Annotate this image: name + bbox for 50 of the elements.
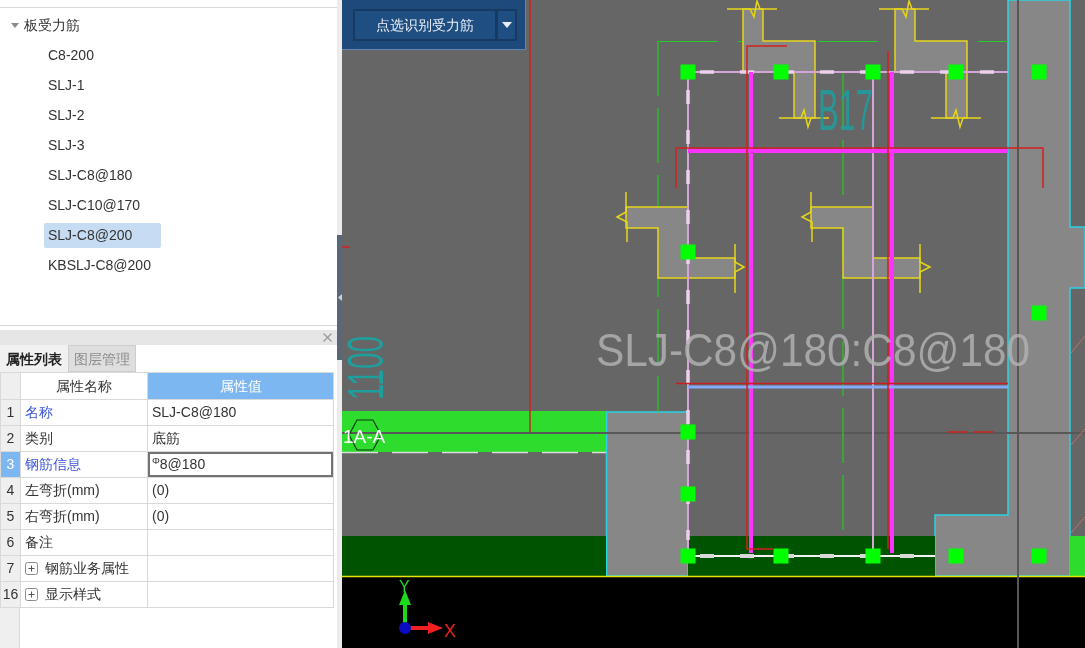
- tree-item[interactable]: SLJ-C8@200: [44, 222, 161, 248]
- guide-line: [947, 431, 996, 433]
- property-name-cell: 右弯折(mm): [20, 503, 148, 530]
- property-value-cell[interactable]: (0): [147, 477, 334, 504]
- row-number: 3: [0, 451, 21, 478]
- property-value-cell[interactable]: (0): [147, 503, 334, 530]
- row-number: 2: [0, 425, 21, 452]
- property-name-cell: 左弯折(mm): [20, 477, 148, 504]
- hatch-line: [1070, 335, 1085, 354]
- tree-item[interactable]: SLJ-2: [44, 102, 89, 128]
- property-value-cell[interactable]: SLJ-C8@180: [147, 399, 334, 426]
- property-name-cell: 备注: [20, 529, 148, 556]
- expand-icon[interactable]: [25, 588, 38, 601]
- tree-item[interactable]: SLJ-1: [44, 72, 89, 98]
- axis-label: Y: [399, 578, 410, 595]
- row-number: 16: [0, 581, 21, 608]
- guide-line: [342, 246, 351, 248]
- row-number: 6: [0, 529, 21, 556]
- tree-item[interactable]: SLJ-3: [44, 132, 89, 158]
- property-name-cell: 类别: [20, 425, 148, 452]
- origin-dot-icon: [399, 622, 411, 634]
- tree-item[interactable]: SLJ-C8@180: [44, 162, 137, 188]
- dimension-text: 1100: [342, 292, 394, 400]
- hatch-line: [1070, 428, 1085, 446]
- column-header: 属性值: [147, 372, 334, 400]
- close-icon[interactable]: [323, 333, 332, 342]
- caret-icon: [501, 22, 512, 28]
- row-number: 1: [0, 399, 21, 426]
- panel-tab[interactable]: 属性列表: [0, 345, 68, 372]
- property-name-cell: 钢筋信息: [20, 451, 148, 478]
- slab-band: [1070, 536, 1085, 576]
- property-name-cell: 名称: [20, 399, 148, 426]
- expand-caret-icon[interactable]: [11, 21, 19, 29]
- tree-item[interactable]: C8-200: [44, 42, 98, 68]
- property-value-cell[interactable]: $^{Φ}$8@180: [147, 451, 334, 478]
- tree-item[interactable]: SLJ-C10@170: [44, 192, 145, 218]
- row-number: 5: [0, 503, 21, 530]
- splitter-handle[interactable]: [337, 235, 342, 360]
- identify-rebar-button[interactable]: 点选识别受力筋: [353, 9, 497, 41]
- collapse-arrow-icon[interactable]: [337, 294, 342, 301]
- row-number: 7: [0, 555, 21, 582]
- column-header: 属性名称: [20, 372, 148, 400]
- expand-icon[interactable]: [25, 562, 38, 575]
- dropdown-button[interactable]: [497, 9, 517, 41]
- axis-label: X: [444, 621, 456, 641]
- property-value-cell[interactable]: 底筋: [147, 425, 334, 452]
- row-number: 4: [0, 477, 21, 504]
- hatch-line: [1070, 516, 1085, 534]
- tree-group-label[interactable]: 板受力筋: [24, 14, 80, 36]
- tree-item[interactable]: KBSLJ-C8@200: [44, 252, 155, 278]
